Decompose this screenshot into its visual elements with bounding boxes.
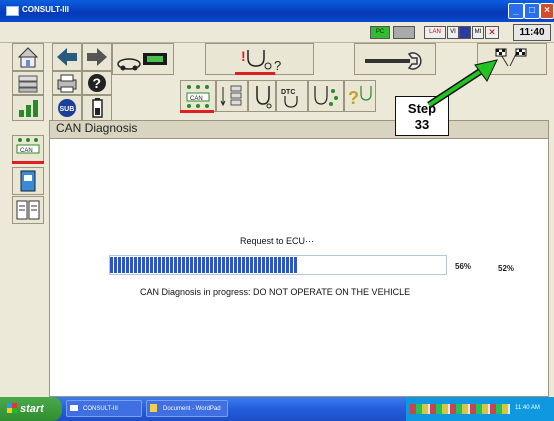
wordpad-task-icon [150,404,157,412]
can-icon: CAN [16,138,40,154]
home-icon [17,47,39,68]
printer-icon [57,74,77,93]
vehicle-connect-button[interactable] [112,43,174,75]
wrench-icon [365,52,422,70]
sub-icon: SUB [58,99,76,117]
minimize-button[interactable]: _ [508,3,524,19]
windows-logo-icon [7,403,17,413]
maintenance-button[interactable] [354,43,436,75]
back-button[interactable] [52,43,82,71]
start-label: start [20,403,44,415]
tab-can-label: CAN [190,96,203,102]
stethoscope-small-icon [256,86,272,109]
status-message: CAN Diagnosis in progress: DO NOT OPERAT… [140,287,411,297]
lan-indicator: LAN [424,26,446,39]
report-icon [16,200,40,220]
signal-bars-icon [19,100,38,117]
tab-active-test[interactable]: ? [344,80,376,112]
tray-icons[interactable] [410,404,510,414]
svg-text:?: ? [274,58,281,73]
tab-can-active-bar [180,110,214,113]
car-connector-icon [117,53,167,71]
dtc-icon: DTC [281,89,298,108]
window-title: CONSULT-III [22,5,69,14]
disconnect-icon: ✕ [485,26,499,39]
ecu-tree-icon [220,85,242,107]
mi-indicator: MI [472,26,484,39]
app-icon [6,6,19,16]
diagnosis-button[interactable]: !? [205,43,314,75]
sidebar-manual-button[interactable] [12,167,44,195]
arrow-right-icon [87,48,107,66]
overall-percent: 52% [498,264,515,273]
tab-dtc[interactable]: DTC [276,80,308,112]
arrow-left-icon [57,48,77,66]
forward-button[interactable] [82,43,112,71]
tray-clock: 11:40 AM [515,405,540,411]
svg-text:?: ? [348,88,359,108]
tab-ecu-list[interactable] [216,80,248,112]
help-stethoscope-icon: ? [348,86,372,108]
consult-task-icon [70,405,78,411]
battery-button[interactable] [82,95,112,121]
request-text: Request to ECU··· [239,236,315,246]
data-monitor-icon [314,86,338,106]
tab-work-support[interactable] [248,80,276,112]
folder-stack-icon [18,75,38,93]
active-tab-indicator [235,72,275,75]
sidebar-can-label: CAN [20,148,33,154]
start-button[interactable]: start [0,397,62,421]
help-button[interactable]: ? [82,71,112,95]
signal-indicator [459,26,471,39]
can-tab-icon: CAN [186,85,210,108]
sub-mode-button[interactable]: SUB [52,95,82,121]
title-bar [0,0,554,22]
data-folder-button[interactable] [12,71,44,95]
close-button[interactable]: × [540,3,554,19]
manual-icon [20,170,36,192]
tab-data-monitor[interactable] [308,80,344,112]
step-number: 33 [414,117,430,132]
progress-fill [110,257,298,273]
vi-indicator: VI [447,26,459,39]
taskbar-item-wordpad[interactable]: Document - WordPad [146,400,228,417]
home-button[interactable] [12,43,44,71]
tab-can[interactable]: CAN [180,80,216,112]
svg-text:?: ? [93,75,102,91]
pc-indicator: PC [370,26,390,39]
clock: 11:40 [513,24,551,41]
device-indicator [393,26,415,39]
maximize-button[interactable]: □ [524,3,540,19]
progress-percent: 56% [455,262,472,271]
sidebar-report-button[interactable] [12,196,44,224]
callout-arrow-icon [427,59,498,108]
svg-text:SUB: SUB [60,106,75,113]
print-button[interactable] [52,71,82,95]
help-icon: ? [88,74,106,92]
battery-icon [92,98,103,118]
stethoscope-icon: !? [241,48,281,73]
sidebar-can-button[interactable]: CAN [12,135,44,163]
svg-text:!: ! [241,48,246,64]
page-title: CAN Diagnosis [56,121,138,135]
sidebar-active-bar [12,161,44,164]
progress-bar [109,255,447,275]
signal-button[interactable] [12,95,44,121]
tab-dtc-label: DTC [281,89,295,96]
